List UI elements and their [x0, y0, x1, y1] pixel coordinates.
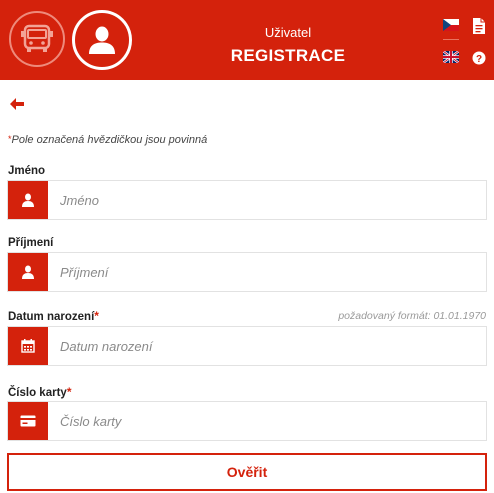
user-icon — [89, 26, 115, 54]
birth-date-label: Datum narození* — [8, 309, 99, 323]
first-name-label-text: Jméno — [8, 165, 46, 177]
card-number-input[interactable] — [48, 402, 486, 440]
svg-text:?: ? — [476, 54, 482, 65]
card-number-field — [7, 401, 487, 441]
document-icon[interactable] — [472, 18, 486, 34]
required-asterisk: * — [66, 385, 72, 399]
card-number-label: Číslo karty* — [8, 385, 71, 399]
last-name-label-text: Příjmení — [8, 237, 54, 249]
first-name-field — [7, 180, 487, 220]
last-name-input[interactable] — [48, 253, 486, 291]
help-icon[interactable]: ? — [472, 50, 486, 66]
first-name-icon-box — [8, 181, 48, 219]
verify-button[interactable]: Ověřit — [7, 453, 487, 491]
page-title: REGISTRACE — [230, 46, 346, 65]
bus-button[interactable] — [9, 11, 65, 67]
header-title: Uživatel — [264, 25, 312, 40]
first-name-label: Jméno — [8, 165, 45, 177]
back-arrow-icon[interactable] — [9, 97, 25, 111]
calendar-icon — [21, 339, 35, 353]
required-note-text: Pole označená hvězdičkou jsou povinná — [11, 134, 208, 146]
required-fields-note: *Pole označená hvězdičkou jsou povinná — [8, 134, 207, 146]
last-name-icon-box — [8, 253, 48, 291]
app-header: Uživatel REGISTRACE ? — [0, 0, 494, 80]
last-name-label: Příjmení — [8, 237, 53, 249]
birth-date-label-text: Datum narození — [8, 311, 95, 323]
user-button[interactable] — [72, 10, 132, 70]
user-icon — [22, 265, 34, 279]
credit-card-icon — [20, 415, 36, 427]
last-name-field — [7, 252, 487, 292]
language-divider — [443, 39, 459, 40]
bus-icon — [21, 24, 53, 52]
czech-flag-icon[interactable] — [443, 19, 459, 31]
user-icon — [22, 193, 34, 207]
first-name-input[interactable] — [48, 181, 486, 219]
required-asterisk: * — [94, 309, 99, 323]
birth-date-field — [7, 326, 487, 366]
birth-date-icon-box — [8, 327, 48, 365]
card-number-icon-box — [8, 402, 48, 440]
birth-date-input[interactable] — [48, 327, 486, 365]
uk-flag-icon[interactable] — [443, 51, 459, 63]
date-format-hint: požadovaný formát: 01.01.1970 — [338, 310, 486, 322]
card-number-label-text: Číslo karty — [8, 387, 67, 399]
